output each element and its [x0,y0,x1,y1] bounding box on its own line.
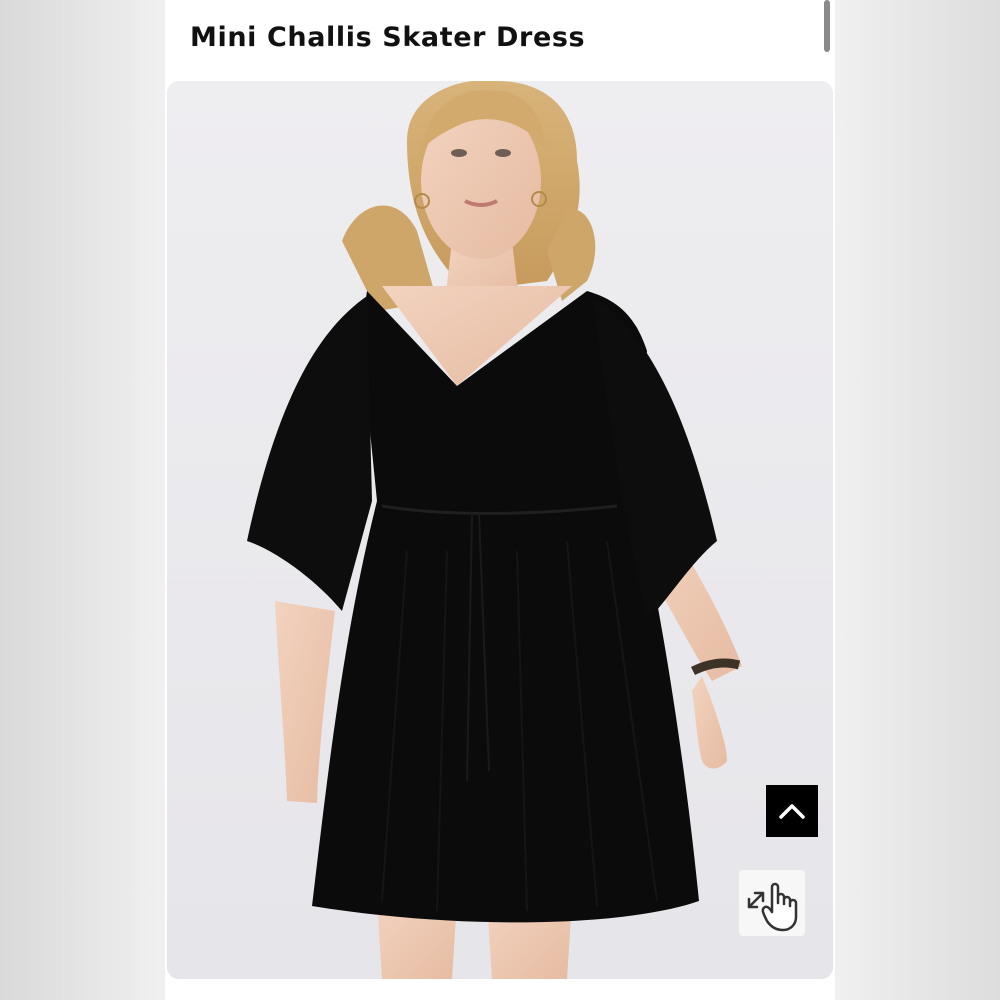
product-image[interactable] [167,81,833,979]
chevron-up-icon [779,804,805,819]
zoom-gesture-button[interactable] [739,870,805,936]
back-to-top-button[interactable] [766,785,818,837]
hand-pointer-expand-icon [747,882,798,932]
product-title: Mini Challis Skater Dress [190,22,586,53]
product-photo [167,81,833,979]
scrollbar[interactable] [824,0,830,52]
